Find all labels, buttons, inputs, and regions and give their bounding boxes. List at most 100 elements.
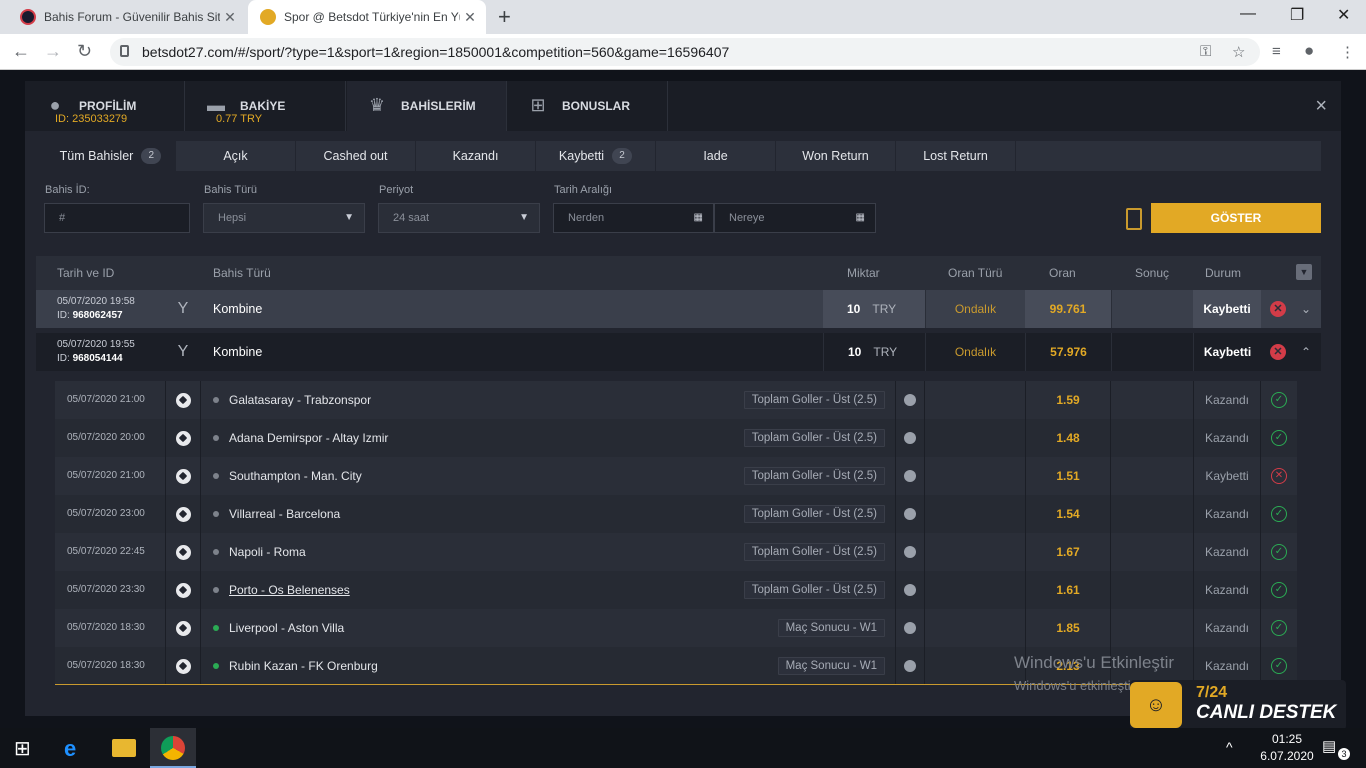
support-hours: 7/24: [1196, 684, 1228, 701]
selection-odds: 1.67: [1025, 533, 1111, 571]
close-icon[interactable]: ×: [1315, 95, 1327, 118]
live-support-widget[interactable]: ☺ 7/24 CANLI DESTEK: [1130, 680, 1346, 730]
bet-result: [1111, 333, 1193, 371]
forward-icon[interactable]: →: [44, 41, 62, 62]
chevron-down-icon[interactable]: ⌄: [1301, 290, 1311, 328]
tab-balance[interactable]: ▬ BAKİYE 0.77 TRY: [186, 81, 346, 131]
bet-type: Kombine: [213, 345, 263, 359]
back-icon[interactable]: ←: [12, 41, 30, 62]
selection-match: Porto - Os Belenenses: [213, 571, 350, 609]
new-tab-icon[interactable]: +: [498, 4, 511, 30]
clock-time[interactable]: 01:25: [1262, 732, 1312, 746]
info-icon[interactable]: [895, 647, 925, 685]
browser-tab-bar: Bahis Forum - Güvenilir Bahis Sitel ✕ Sp…: [0, 0, 1366, 34]
live-dot-icon: [213, 397, 219, 403]
selection-match: Napoli - Roma: [213, 533, 306, 571]
count-badge: 2: [612, 148, 633, 164]
tab-label: Won Return: [802, 149, 869, 163]
notification-icon[interactable]: ▤: [1322, 737, 1336, 755]
market-badge: Maç Sonucu - W1: [777, 657, 885, 675]
tab-won[interactable]: Kazandı: [416, 141, 536, 171]
lock-icon[interactable]: [120, 45, 129, 57]
info-icon[interactable]: [895, 457, 925, 495]
bet-currency: TRY: [873, 345, 898, 359]
trophy-icon: ♛: [368, 95, 386, 115]
selection-date: 05/07/2020 23:00: [67, 508, 145, 519]
edge-icon[interactable]: e: [64, 736, 88, 761]
market-badge: Toplam Goller - Üst (2.5): [743, 581, 885, 599]
info-icon[interactable]: [895, 419, 925, 457]
minimize-icon[interactable]: —: [1240, 5, 1256, 23]
clipboard-icon[interactable]: [1126, 208, 1142, 230]
selection-row: 05/07/2020 21:00 Southampton - Man. City T…: [55, 457, 1297, 495]
bet-row[interactable]: 05/07/2020 19:55 ID: 968054144 Y Kombine…: [36, 333, 1321, 371]
tab-my-bets[interactable]: ♛ BAHİSLERİM: [347, 81, 507, 131]
bet-row[interactable]: 05/07/2020 19:58 ID: 968062457 Y Kombine…: [36, 290, 1321, 328]
tray-chevron-up-icon[interactable]: ^: [1226, 739, 1233, 755]
date-range-label: Tarih Aralığı: [554, 184, 613, 196]
close-tab-icon[interactable]: ✕: [220, 9, 240, 26]
show-button[interactable]: GÖSTER: [1151, 203, 1321, 233]
chevron-up-icon[interactable]: ⌃: [1301, 333, 1311, 371]
star-icon[interactable]: ☆: [1232, 43, 1245, 61]
account-icon[interactable]: ●: [1304, 41, 1314, 61]
info-icon[interactable]: [895, 381, 925, 419]
bet-type-select[interactable]: Hepsi ▼: [203, 203, 365, 233]
reload-icon[interactable]: ↻: [77, 41, 92, 62]
info-icon[interactable]: [895, 495, 925, 533]
tab-label: BAHİSLERİM: [401, 99, 476, 113]
calendar-icon[interactable]: ▦: [856, 204, 865, 232]
bet-id-input[interactable]: #: [44, 203, 190, 233]
tab-cashed-out[interactable]: Cashed out: [296, 141, 416, 171]
url-input[interactable]: betsdot27.com/#/sport/?type=1&sport=1&re…: [110, 38, 1260, 66]
date-to-input[interactable]: Nereye ▦: [714, 203, 876, 233]
tab-refund[interactable]: Iade: [656, 141, 776, 171]
info-icon[interactable]: [895, 533, 925, 571]
date-from-input[interactable]: Nerden ▦: [553, 203, 714, 233]
soccer-ball-icon: [165, 571, 201, 609]
odds-type: Ondalık: [925, 333, 1025, 371]
selection-odds: 1.54: [1025, 495, 1111, 533]
selection-odds: 1.59: [1025, 381, 1111, 419]
menu-icon[interactable]: ⋮: [1340, 43, 1355, 61]
tab-bonuses[interactable]: ⊞ BONUSLAR: [508, 81, 668, 131]
info-icon[interactable]: [895, 609, 925, 647]
soccer-ball-icon: [165, 647, 201, 685]
placeholder: Nerden: [568, 212, 605, 224]
market-badge: Toplam Goller - Üst (2.5): [743, 543, 885, 561]
clock-date[interactable]: 6.07.2020: [1252, 749, 1322, 763]
tab-lost[interactable]: Kaybetti 2: [536, 141, 656, 171]
bet-currency: TRY: [872, 302, 897, 316]
file-explorer-icon[interactable]: [112, 739, 136, 757]
soccer-ball-icon: [165, 457, 201, 495]
select-value: Hepsi: [218, 212, 247, 224]
bet-status: Kaybetti: [1193, 333, 1261, 371]
tab-open[interactable]: Açık: [176, 141, 296, 171]
tab-label: Lost Return: [923, 149, 988, 163]
tab-profile[interactable]: ● PROFİLİM ID: 235033279: [25, 81, 185, 131]
bet-date-id: 05/07/2020 19:58 ID: 968062457: [57, 290, 135, 328]
bet-id: 968062457: [72, 310, 123, 321]
period-select[interactable]: 24 saat ▼: [378, 203, 540, 233]
chrome-icon[interactable]: [161, 736, 185, 760]
market-cell: Toplam Goller - Üst (2.5): [635, 495, 885, 533]
calendar-icon[interactable]: ▦: [694, 204, 703, 232]
tab-lost-return[interactable]: Lost Return: [896, 141, 1016, 171]
bet-type-label: Bahis Türü: [204, 184, 257, 196]
tab-won-return[interactable]: Won Return: [776, 141, 896, 171]
browser-tab-2[interactable]: Spor @ Betsdot Türkiye'nin En Yüc ✕: [248, 0, 486, 34]
tab-title: Spor @ Betsdot Türkiye'nin En Yüc: [284, 10, 460, 24]
won-icon: ✓: [1271, 419, 1287, 457]
close-tab-icon[interactable]: ✕: [460, 9, 480, 26]
windows-start-icon[interactable]: ⊞: [14, 736, 38, 760]
collapse-all-icon[interactable]: ▼: [1296, 264, 1312, 280]
key-icon[interactable]: ⚿: [1200, 43, 1211, 60]
chevron-down-icon: ▼: [344, 212, 354, 223]
bet-status: Kaybetti: [1193, 290, 1261, 328]
browser-tab-1[interactable]: Bahis Forum - Güvenilir Bahis Sitel ✕: [8, 0, 246, 34]
close-window-icon[interactable]: ✕: [1337, 5, 1350, 25]
maximize-icon[interactable]: ❐: [1290, 5, 1304, 25]
info-icon[interactable]: [895, 571, 925, 609]
tab-all-bets[interactable]: Tüm Bahisler 2: [46, 141, 176, 171]
media-icon[interactable]: ≡: [1272, 43, 1281, 60]
